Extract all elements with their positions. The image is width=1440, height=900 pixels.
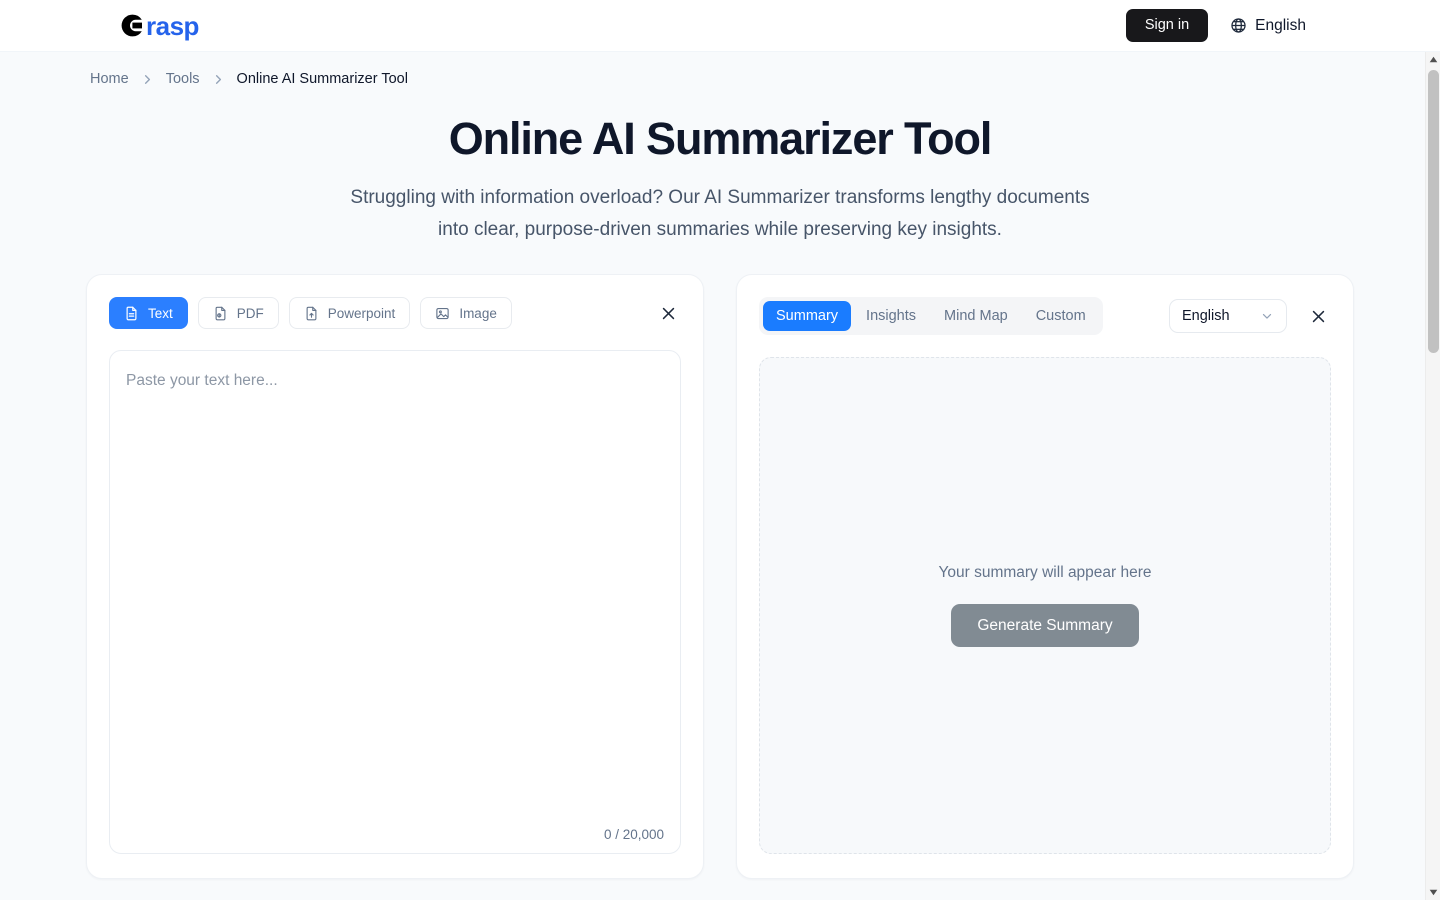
breadcrumb-item-home[interactable]: Home: [90, 71, 129, 87]
input-tab-image-label: Image: [459, 305, 497, 321]
text-input[interactable]: [110, 351, 680, 854]
input-tab-powerpoint[interactable]: Powerpoint: [288, 297, 411, 330]
close-icon: [1310, 308, 1327, 325]
character-counter: 0 / 20,000: [603, 827, 664, 843]
header-language-switcher[interactable]: English: [1230, 17, 1306, 35]
page-title: Online AI Summarizer Tool: [448, 113, 993, 164]
tab-custom[interactable]: Custom: [1023, 301, 1099, 331]
hero-section: Online AI Summarizer Tool Struggling wit…: [0, 87, 1440, 246]
input-type-tabs: Text PDF Powerpoint Image: [109, 297, 512, 330]
output-panel-toolbar: Summary Insights Mind Map Custom English: [759, 297, 1331, 336]
file-pdf-icon: [213, 306, 228, 321]
summarizer-workspace: Text PDF Powerpoint Image Paste your tex…: [0, 246, 1440, 880]
summary-output-area: Your summary will appear here Generate S…: [759, 357, 1331, 855]
sign-in-button[interactable]: Sign in: [1125, 8, 1209, 43]
scrollbar-down-arrow[interactable]: [1426, 885, 1440, 900]
page-subtitle: Struggling with information overload? Ou…: [350, 187, 1090, 241]
input-tab-powerpoint-label: Powerpoint: [327, 305, 396, 321]
input-panel-close-button[interactable]: [655, 300, 681, 326]
output-panel-controls: English: [1169, 299, 1331, 334]
file-upload-icon: [304, 306, 319, 321]
output-language-select[interactable]: English: [1169, 299, 1287, 334]
image-icon: [435, 306, 450, 321]
tab-insights[interactable]: Insights: [853, 301, 929, 331]
input-tab-image[interactable]: Image: [420, 297, 512, 330]
scrollbar-track[interactable]: [1426, 67, 1440, 885]
input-tab-text-label: Text: [148, 305, 173, 321]
scrollbar-thumb[interactable]: [1428, 70, 1439, 353]
output-language-value: English: [1182, 308, 1230, 325]
input-panel: Text PDF Powerpoint Image Paste your tex…: [86, 274, 704, 880]
scrollbar-up-arrow[interactable]: [1426, 52, 1440, 67]
document-text-icon: [124, 306, 139, 321]
input-tab-pdf[interactable]: PDF: [197, 297, 279, 330]
grasp-logo[interactable]: rasp: [120, 13, 199, 39]
input-tab-text[interactable]: Text: [109, 297, 188, 330]
logo-g-icon: [120, 13, 145, 38]
breadcrumb-item-current: Online AI Summarizer Tool: [236, 71, 408, 87]
tab-mind-map[interactable]: Mind Map: [931, 301, 1021, 331]
text-input-container: 0 / 20,000: [109, 350, 681, 855]
input-tab-pdf-label: PDF: [236, 305, 264, 321]
breadcrumb-item-tools[interactable]: Tools: [166, 71, 200, 87]
output-panel-close-button[interactable]: [1305, 303, 1331, 329]
chevron-down-icon: [1260, 309, 1274, 323]
tab-summary[interactable]: Summary: [763, 301, 852, 332]
chevron-right-icon: [211, 72, 226, 87]
breadcrumb: Home Tools Online AI Summarizer Tool: [0, 52, 1440, 87]
chevron-right-icon: [140, 72, 155, 87]
header-language-label: English: [1255, 16, 1306, 34]
summary-empty-hint: Your summary will appear here: [938, 564, 1152, 582]
generate-summary-button[interactable]: Generate Summary: [951, 604, 1139, 648]
input-panel-toolbar: Text PDF Powerpoint Image: [109, 297, 681, 330]
header-actions: Sign in English: [1125, 8, 1306, 43]
logo-text: rasp: [146, 10, 199, 41]
site-header: rasp Sign in English: [0, 0, 1440, 52]
close-icon: [660, 305, 677, 322]
globe-icon: [1230, 17, 1247, 34]
output-mode-tabs: Summary Insights Mind Map Custom: [759, 297, 1103, 336]
output-panel: Summary Insights Mind Map Custom English: [736, 274, 1354, 880]
page-scrollbar[interactable]: [1425, 52, 1440, 900]
